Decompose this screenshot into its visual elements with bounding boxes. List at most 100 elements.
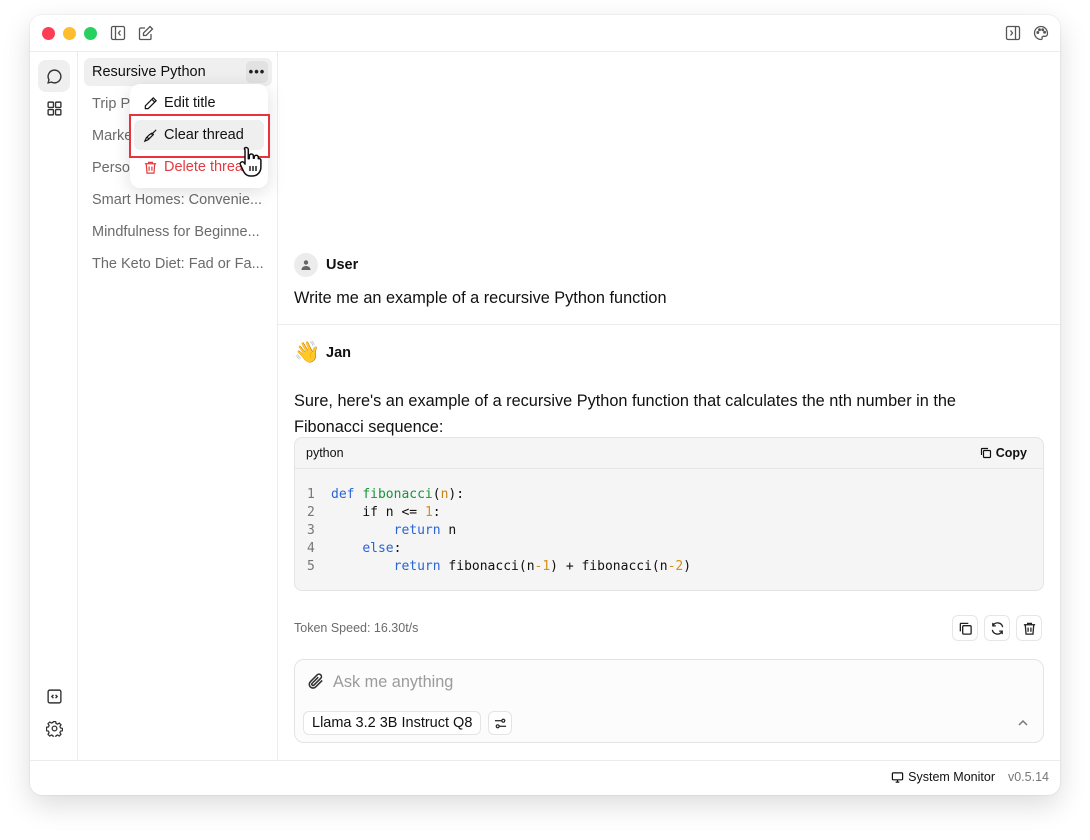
regenerate-button[interactable] — [984, 615, 1010, 641]
chat-panel: User Write me an example of a recursive … — [278, 52, 1060, 760]
hand-pointer-cursor-icon — [239, 146, 262, 177]
copy-icon — [959, 622, 972, 635]
code-line: 2 if n <= 1: — [295, 504, 691, 522]
chat-nav-button[interactable] — [38, 60, 70, 92]
left-rail — [30, 52, 78, 760]
pencil-icon — [144, 96, 157, 109]
palette-icon[interactable] — [1032, 24, 1050, 42]
code-token: n — [659, 559, 668, 574]
grid-icon — [46, 100, 62, 116]
message-input[interactable] — [333, 668, 933, 696]
collapse-sidebar-icon[interactable] — [109, 24, 127, 42]
code-line: 3 return n — [295, 522, 691, 540]
code-line: 1 def fibonacci(n): — [295, 486, 691, 504]
api-server-button[interactable] — [38, 680, 70, 712]
code-language: python — [306, 446, 344, 460]
code-token: : — [393, 541, 402, 556]
system-monitor-button[interactable]: System Monitor — [891, 770, 995, 784]
thread-item[interactable]: Smart Homes: Convenie... — [84, 186, 272, 214]
chat-bubble-icon — [46, 68, 62, 84]
menu-item-label: Edit title — [164, 95, 216, 111]
close-window-button[interactable] — [42, 27, 55, 40]
line-number: 4 — [307, 541, 315, 556]
assistant-message-text: Sure, here's an example of a recursive P… — [294, 392, 956, 436]
code-block: python Copy 1 def fibonacci(n): 2 if n <=… — [294, 437, 1044, 591]
delete-message-button[interactable] — [1016, 615, 1042, 641]
sender-name: User — [326, 257, 359, 273]
thread-title: The Keto Diet: Fad or Fa... — [92, 256, 264, 272]
more-icon: ••• — [248, 64, 266, 79]
code-box-icon — [46, 688, 62, 704]
status-bar: System Monitor v0.5.14 — [30, 760, 1060, 795]
thread-title: Smart Homes: Convenie... — [92, 192, 263, 208]
code-token: 1 — [424, 505, 433, 520]
copy-icon — [980, 447, 991, 459]
copy-message-button[interactable] — [952, 615, 978, 641]
trash-icon — [144, 161, 157, 174]
code-token: else — [362, 541, 394, 556]
thread-item[interactable]: The Keto Diet: Fad or Fa... — [84, 250, 272, 278]
copy-code-button[interactable]: Copy — [980, 446, 1027, 460]
thread-item[interactable]: Mindfulness for Beginne... — [84, 218, 272, 246]
chevron-up-icon[interactable] — [1015, 715, 1031, 731]
new-thread-icon[interactable] — [137, 24, 155, 42]
code-token: fibonacci — [362, 487, 433, 502]
code-token: fibonacci( — [440, 559, 527, 574]
menu-item-label: Clear thread — [164, 127, 244, 143]
code-token: def — [331, 487, 355, 502]
message-divider — [278, 324, 1060, 325]
title-bar — [30, 15, 1060, 52]
hub-nav-button[interactable] — [38, 92, 70, 124]
code-token: return — [393, 523, 441, 538]
line-number: 2 — [307, 505, 315, 520]
user-avatar — [294, 253, 318, 277]
code-line: 4 else: — [295, 540, 691, 558]
code-token: n — [526, 559, 535, 574]
code-token: n — [440, 523, 457, 538]
user-icon — [301, 260, 311, 270]
model-settings-button[interactable] — [488, 711, 512, 735]
regenerate-icon — [991, 621, 1003, 635]
code-token: return — [393, 559, 441, 574]
system-monitor-label: System Monitor — [908, 770, 995, 784]
assistant-avatar-emoji: 👋 — [294, 341, 321, 364]
delete-icon — [1023, 622, 1035, 635]
sliders-icon — [494, 718, 506, 728]
sender-name: Jan — [326, 345, 351, 361]
maximize-window-button[interactable] — [84, 27, 97, 40]
settings-button[interactable] — [38, 712, 70, 744]
thread-title: Marke — [92, 128, 133, 144]
thread-more-button[interactable]: ••• — [246, 61, 268, 83]
line-number: 3 — [307, 523, 315, 538]
toggle-right-panel-icon[interactable] — [1004, 24, 1022, 42]
code-line: 5 return fibonacci(n-1) + fibonacci(n-2) — [295, 558, 691, 576]
attachment-icon[interactable] — [307, 672, 325, 690]
model-selector[interactable]: Llama 3.2 3B Instruct Q8 — [303, 711, 482, 735]
code-content: 1 def fibonacci(n): 2 if n <= 1: 3 return… — [295, 486, 691, 576]
line-number: 1 — [307, 487, 315, 502]
app-window: Resursive Python ••• Trip P Marke Perso … — [30, 15, 1060, 795]
app-version: v0.5.14 — [1007, 770, 1049, 784]
thread-title: Resursive Python — [92, 64, 206, 80]
broom-icon — [143, 128, 157, 142]
code-token: : — [432, 505, 441, 520]
code-token: ): — [448, 487, 465, 502]
gear-icon — [45, 720, 63, 737]
copy-label: Copy — [995, 446, 1027, 460]
chat-composer: Llama 3.2 3B Instruct Q8 — [294, 659, 1044, 743]
line-number: 5 — [307, 559, 315, 574]
code-token: ) + fibonacci( — [550, 559, 660, 574]
code-token: ( — [432, 487, 441, 502]
edit-title-menu-item[interactable]: Edit title — [134, 88, 264, 118]
code-block-header: python Copy — [295, 438, 1043, 469]
code-token: 1 — [542, 559, 551, 574]
minimize-window-button[interactable] — [63, 27, 76, 40]
thread-item[interactable]: Resursive Python ••• — [84, 58, 272, 86]
monitor-icon — [891, 771, 904, 783]
thread-title: Perso — [92, 160, 130, 176]
thread-title: Mindfulness for Beginne... — [92, 224, 260, 240]
